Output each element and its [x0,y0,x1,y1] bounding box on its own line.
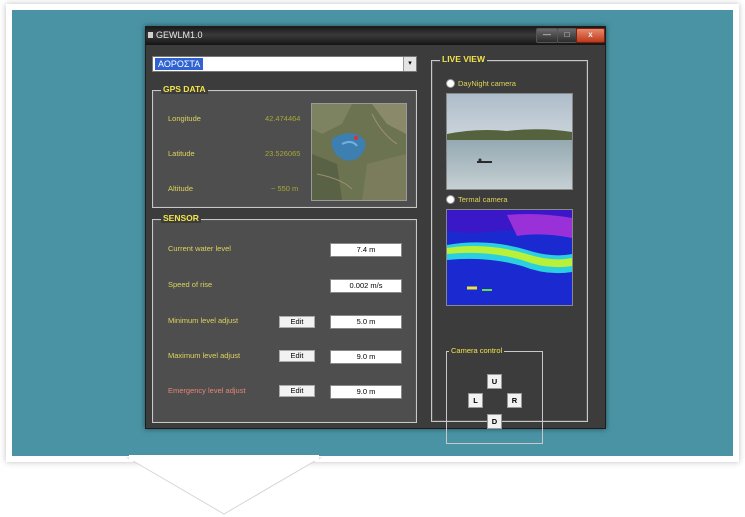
edit-minimum-button[interactable]: Edit [279,316,315,328]
thermal-camera-label: Termal camera [458,195,508,204]
live-view-legend: LIVE VIEW [440,54,487,64]
minimize-button[interactable]: — [536,28,558,43]
speed-of-rise-field[interactable]: 0.002 m/s [330,279,402,293]
maximum-level-field[interactable]: 9.0 m [330,350,402,364]
sensor-group: SENSOR Current water level 7.4 m Speed o… [152,213,417,423]
satellite-map[interactable] [311,103,407,201]
window-title: GEWLM1.0 [156,30,203,40]
maximize-button[interactable]: □ [557,28,577,43]
pan-up-button[interactable]: U [487,374,502,389]
close-button[interactable]: x [576,28,605,43]
sensor-legend: SENSOR [161,213,201,223]
current-water-level-field[interactable]: 7.4 m [330,243,402,257]
altitude-label: Altitude [168,184,194,193]
app-icon [148,32,153,38]
camera-control-legend: Camera control [449,346,505,355]
app-window: GEWLM1.0 — □ x ΑΟΡΟΣΤΑ ▾ GPS DATA Longit… [145,26,606,444]
speed-of-rise-label: Speed of rise [168,280,213,289]
daynight-camera-radio[interactable] [446,79,455,88]
combo-selected-value: ΑΟΡΟΣΤΑ [155,58,204,70]
chevron-down-icon[interactable]: ▾ [403,57,416,71]
pan-down-button[interactable]: D [487,414,502,429]
latitude-label: Latitude [168,149,195,158]
emergency-level-field[interactable]: 9.0 m [330,385,402,399]
maximum-level-label: Maximum level adjust [168,351,241,360]
longitude-label: Longitude [168,114,201,123]
live-view-group: LIVE VIEW DayNight camera Termal camera … [431,54,588,444]
pan-right-button[interactable]: R [507,393,522,408]
thermal-camera-radio[interactable] [446,195,455,204]
edit-emergency-button[interactable]: Edit [279,385,315,397]
thermal-camera-view [446,209,573,306]
title-bar[interactable]: GEWLM1.0 — □ x [146,27,605,45]
minimum-level-field[interactable]: 5.0 m [330,315,402,329]
minimum-level-label: Minimum level adjust [168,316,239,325]
longitude-value: 42.474464 [265,114,301,123]
pan-left-button[interactable]: L [468,393,483,408]
daynight-camera-view [446,93,573,190]
current-water-level-label: Current water level [168,244,231,253]
location-combobox[interactable]: ΑΟΡΟΣΤΑ ▾ [152,56,417,72]
camera-control-group: Camera control U L R D [446,346,543,444]
gps-legend: GPS DATA [161,84,208,94]
altitude-value: ~ 550 m [271,184,299,193]
latitude-value: 23.526065 [265,149,301,158]
edit-maximum-button[interactable]: Edit [279,350,315,362]
gps-data-group: GPS DATA Longitude 42.474464 Latitude 23… [152,84,417,208]
daynight-camera-label: DayNight camera [458,79,516,88]
emergency-level-label: Emergency level adjust [168,386,246,395]
